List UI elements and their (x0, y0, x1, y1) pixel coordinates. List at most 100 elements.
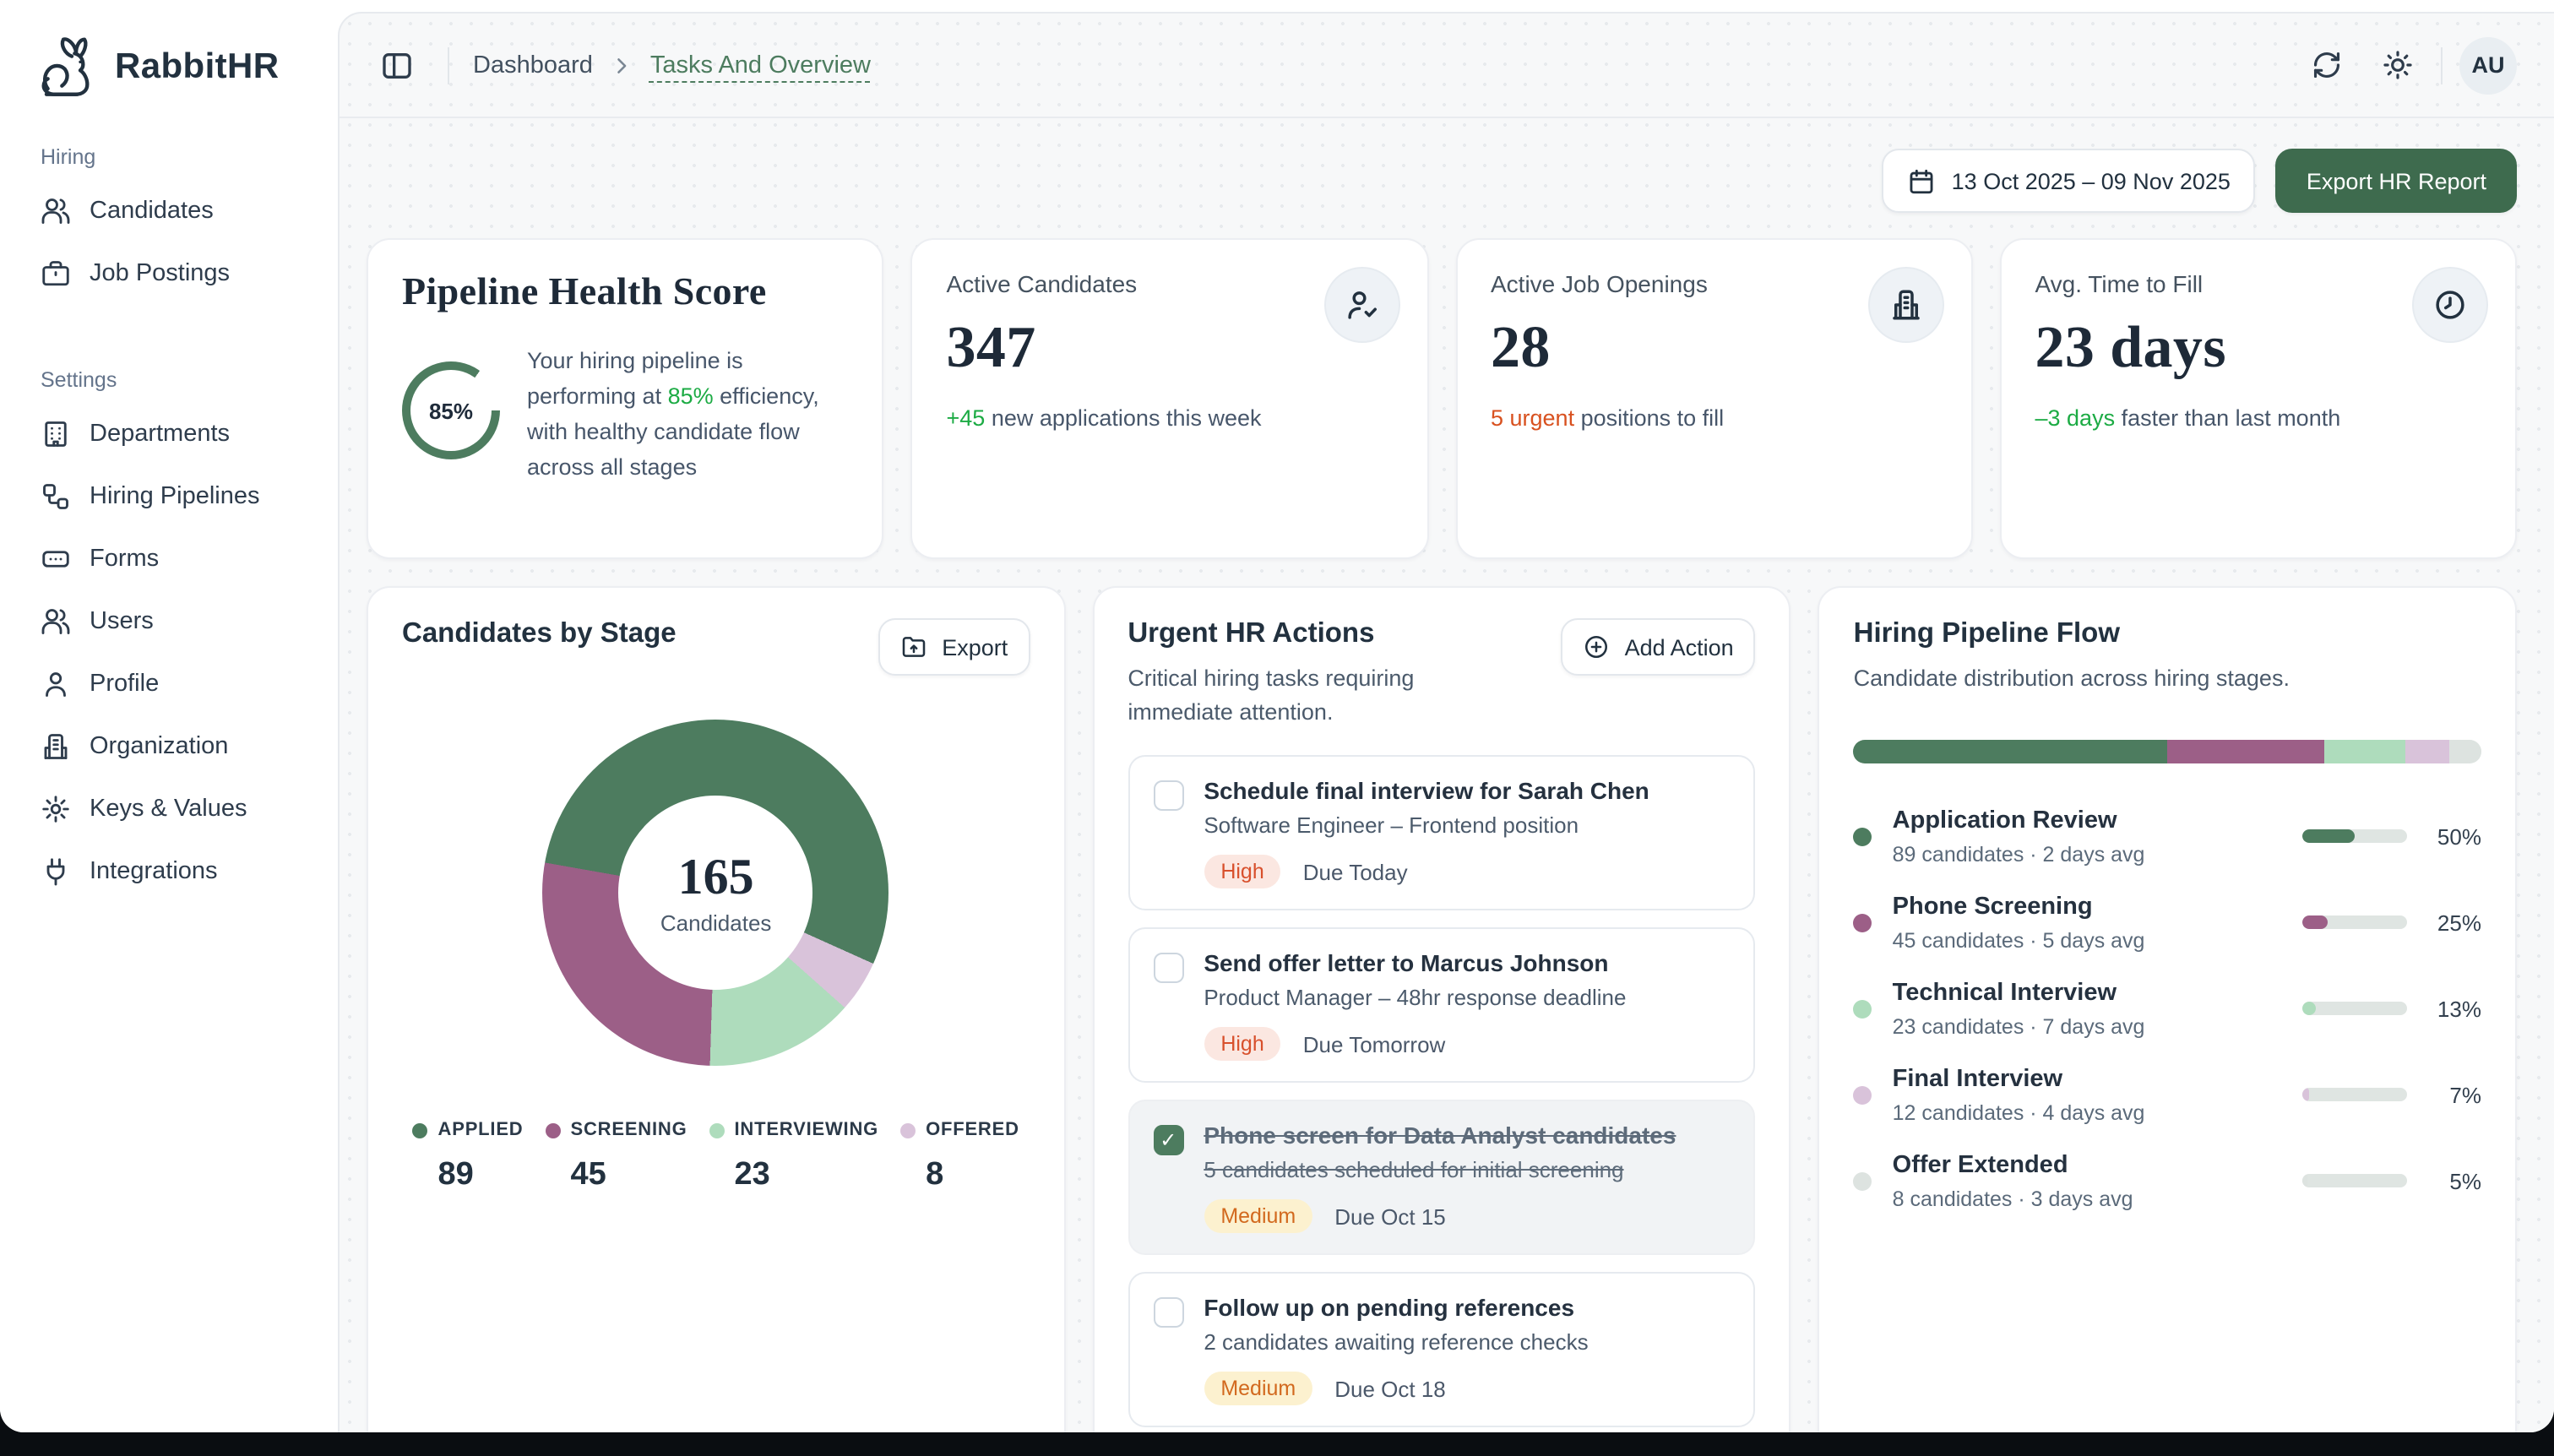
sidebar-toggle-button[interactable] (370, 38, 424, 92)
stage-progress (2302, 1174, 2407, 1187)
sidebar-item-hiring-pipelines[interactable]: Hiring Pipelines (24, 465, 307, 527)
stage-pct: 7% (2427, 1082, 2481, 1107)
task-detail: 5 candidates scheduled for initial scree… (1204, 1157, 1676, 1182)
task-title: Schedule final interview for Sarah Chen (1204, 777, 1649, 804)
task-detail: Software Engineer – Frontend position (1204, 812, 1649, 838)
flow-bar-segment (2324, 739, 2406, 763)
task-title: Follow up on pending references (1204, 1294, 1588, 1321)
priority-badge: High (1204, 855, 1280, 888)
sidebar-item-candidates[interactable]: Candidates (24, 179, 307, 242)
sidebar-item-users[interactable]: Users (24, 589, 307, 652)
legend-dot (546, 1122, 561, 1138)
legend-label: OFFERED (926, 1120, 1019, 1140)
stat-card-job-openings: Active Job Openings 28 5 urgent position… (1455, 238, 1973, 559)
priority-badge: High (1204, 1027, 1280, 1061)
task-checkbox-checked[interactable]: ✓ (1153, 1125, 1183, 1155)
stage-pct: 25% (2427, 910, 2481, 935)
breadcrumb-dashboard[interactable]: Dashboard (473, 52, 593, 79)
stage-row: Final Interview 12 candidates · 4 days a… (1854, 1065, 2481, 1124)
sidebar-item-organization[interactable]: Organization (24, 714, 307, 777)
flow-bar-segment (2406, 739, 2450, 763)
stage-pct: 50% (2427, 823, 2481, 849)
health-description: Your hiring pipeline is performing at 85… (527, 345, 849, 486)
donut-total: 165 (678, 850, 754, 907)
stage-legend: APPLIED 89 SCREENING 45 INTERVIEWING 23 (402, 1120, 1030, 1194)
export-hr-report-button[interactable]: Export HR Report (2276, 149, 2517, 213)
flow-bar-segment (1854, 739, 2168, 763)
theme-toggle-button[interactable] (2370, 38, 2424, 92)
date-range-button[interactable]: 13 Oct 2025 – 09 Nov 2025 (1883, 149, 2256, 213)
breadcrumb: Dashboard Tasks And Overview (473, 52, 871, 79)
task-checkbox[interactable] (1153, 780, 1183, 811)
sidebar-item-label: Hiring Pipelines (90, 482, 260, 509)
sidebar-item-forms[interactable]: Forms (24, 527, 307, 589)
pipeline-subtitle: Candidate distribution across hiring sta… (1854, 662, 2481, 695)
task-row-completed: ✓ Phone screen for Data Analyst candidat… (1128, 1100, 1755, 1255)
brand-name: RabbitHR (115, 47, 280, 88)
panel-left-icon (380, 48, 414, 82)
sidebar-item-departments[interactable]: Departments (24, 402, 307, 465)
clock-icon (2412, 267, 2488, 343)
app-logo[interactable]: RabbitHR (24, 27, 307, 118)
divider (2441, 46, 2443, 84)
sidebar-item-integrations[interactable]: Integrations (24, 839, 307, 902)
app-window: RabbitHR Hiring Candidates Job Postings … (0, 0, 2554, 1432)
stage-row: Phone Screening 45 candidates · 5 days a… (1854, 893, 2481, 952)
stat-card-active-candidates: Active Candidates 347 +45 new applicatio… (911, 238, 1429, 559)
sidebar-item-keys-values[interactable]: Keys & Values (24, 777, 307, 839)
stage-dot (1854, 1085, 1872, 1104)
stage-meta: 89 candidates · 2 days avg (1893, 842, 2145, 866)
building-icon (1868, 267, 1944, 343)
sidebar-item-profile[interactable]: Profile (24, 652, 307, 714)
gear-icon (41, 793, 71, 823)
stage-dot (1854, 999, 1872, 1018)
health-title: Pipeline Health Score (402, 270, 849, 314)
task-checkbox[interactable] (1153, 953, 1183, 983)
legend-value: 89 (438, 1157, 524, 1194)
pipeline-title: Hiring Pipeline Flow (1854, 618, 2481, 650)
rabbit-logo-icon (34, 34, 101, 101)
candidates-by-stage-card: Candidates by Stage Export 165 Candidate… (367, 586, 1065, 1432)
sidebar-item-job-postings[interactable]: Job Postings (24, 242, 307, 304)
form-icon (41, 543, 71, 573)
task-row: Follow up on pending references 2 candid… (1128, 1272, 1755, 1427)
legend-label: INTERVIEWING (735, 1120, 879, 1140)
stage-meta: 12 candidates · 4 days avg (1893, 1100, 2145, 1124)
users-icon (41, 195, 71, 225)
task-checkbox[interactable] (1153, 1297, 1183, 1328)
legend-value: 45 (571, 1157, 687, 1194)
user-avatar[interactable]: AU (2459, 36, 2517, 94)
legend-dot (413, 1122, 428, 1138)
stage-progress-fill (2302, 915, 2328, 929)
stat-subtext: 5 urgent positions to fill (1491, 405, 1937, 431)
pipeline-flow-card: Hiring Pipeline Flow Candidate distribut… (1818, 586, 2517, 1432)
stage-dot (1854, 1171, 1872, 1190)
refresh-button[interactable] (2299, 38, 2353, 92)
breadcrumb-current[interactable]: Tasks And Overview (650, 52, 871, 79)
legend-item-interviewing: INTERVIEWING 23 (709, 1120, 879, 1194)
legend-value: 8 (926, 1157, 1019, 1194)
workflow-icon (41, 481, 71, 511)
stat-value: 23 days (2035, 314, 2482, 382)
urgent-actions-card: Urgent HR Actions Critical hiring tasks … (1092, 586, 1791, 1432)
task-list: Schedule final interview for Sarah Chen … (1128, 755, 1755, 1427)
sidebar-item-label: Profile (90, 670, 159, 697)
sidebar-item-label: Job Postings (90, 259, 230, 286)
add-action-button[interactable]: Add Action (1561, 618, 1756, 676)
export-chart-button[interactable]: Export (878, 618, 1030, 676)
priority-badge: Medium (1204, 1372, 1312, 1405)
dashboard-toolbar: 13 Oct 2025 – 09 Nov 2025 Export HR Repo… (367, 149, 2517, 213)
stage-chart-title: Candidates by Stage (402, 618, 677, 650)
sidebar-item-label: Departments (90, 420, 230, 447)
stat-subtext: +45 new applications this week (947, 405, 1394, 431)
stat-card-time-to-fill: Avg. Time to Fill 23 days –3 days faster… (2000, 238, 2518, 559)
priority-badge: Medium (1204, 1199, 1312, 1233)
nav-section-label-hiring: Hiring (24, 118, 307, 179)
stat-value: 347 (947, 314, 1394, 382)
stage-pct: 5% (2427, 1168, 2481, 1193)
sidebar-item-label: Keys & Values (90, 795, 247, 822)
donut-unit: Candidates (660, 910, 772, 936)
legend-item-screening: SCREENING 45 (546, 1120, 687, 1194)
stage-progress (2302, 1088, 2407, 1101)
stage-row: Technical Interview 23 candidates · 7 da… (1854, 979, 2481, 1038)
